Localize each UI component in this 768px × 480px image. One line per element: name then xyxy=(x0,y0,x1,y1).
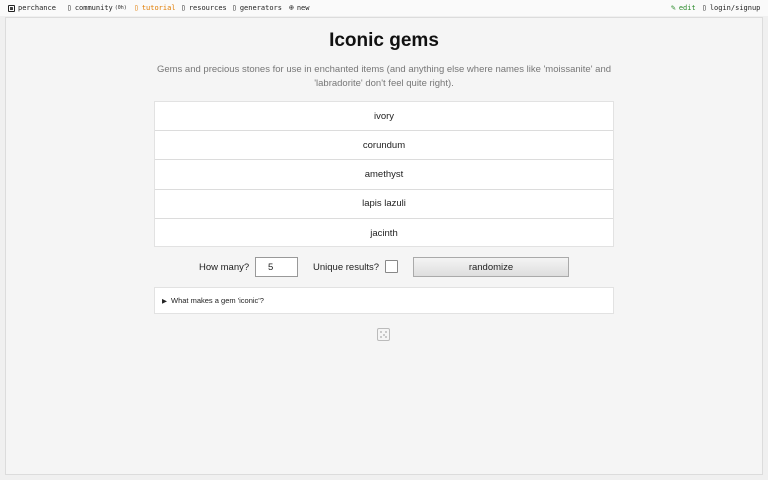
controls-row: How many? Unique results? randomize xyxy=(0,257,768,277)
unique-results-label: Unique results? xyxy=(313,262,380,273)
nav-new-label: new xyxy=(296,4,310,12)
disclosure-triangle-icon: ▶ xyxy=(162,297,167,305)
nav-brand-label: perchance xyxy=(18,4,56,12)
resources-icon: ▯ xyxy=(181,3,186,12)
nav-login-label: login/signup xyxy=(709,4,761,12)
dice-footer-icon[interactable] xyxy=(377,328,390,341)
randomize-button[interactable]: randomize xyxy=(413,257,569,277)
result-item: jacinth xyxy=(370,227,398,239)
nav-tutorial-label: tutorial xyxy=(141,4,176,12)
how-many-input[interactable] xyxy=(255,257,298,277)
nav-resources-link[interactable]: ▯ resources xyxy=(181,3,227,13)
plus-circle-icon: ⊕ xyxy=(289,3,294,12)
unique-results-checkbox[interactable] xyxy=(385,260,398,273)
nav-tutorial-link[interactable]: ▯ tutorial xyxy=(134,3,176,13)
nav-edit-link[interactable]: ✎ edit xyxy=(671,3,696,13)
nav-community-link[interactable]: ▯ community (0h) xyxy=(67,3,127,13)
details-summary-label: What makes a gem 'iconic'? xyxy=(171,296,264,305)
chat-icon: ▯ xyxy=(67,3,72,12)
nav-generators-link[interactable]: ▯ generators xyxy=(232,3,282,13)
result-item: ivory xyxy=(155,102,613,132)
result-item: amethyst xyxy=(155,160,613,190)
community-count: (0h) xyxy=(114,5,127,11)
nav-community-label: community xyxy=(74,4,113,12)
nav-resources-label: resources xyxy=(188,4,227,12)
page-description: Gems and precious stones for use in ench… xyxy=(156,64,612,89)
nav-login-link[interactable]: ▯ login/signup xyxy=(702,3,761,13)
nav-brand-link[interactable]: perchance xyxy=(8,4,56,12)
result-item: lapis lazuli xyxy=(155,190,613,219)
dice-logo-icon xyxy=(8,4,15,12)
user-icon: ▯ xyxy=(702,3,707,12)
result-item: corundum xyxy=(155,131,613,161)
nav-edit-label: edit xyxy=(678,4,696,12)
generators-icon: ▯ xyxy=(232,3,237,12)
book-icon: ▯ xyxy=(134,3,139,12)
page-title: Iconic gems xyxy=(329,30,439,51)
results-list: ivory corundum amethyst lapis lazuli jac… xyxy=(154,101,614,247)
nav-generators-label: generators xyxy=(239,4,282,12)
details-summary[interactable]: ▶ What makes a gem 'iconic'? xyxy=(154,287,614,314)
pencil-icon: ✎ xyxy=(671,3,676,12)
nav-new-link[interactable]: ⊕ new xyxy=(289,3,310,13)
top-nav: perchance ▯ community (0h) ▯ tutorial ▯ … xyxy=(0,0,768,16)
how-many-label: How many? xyxy=(199,262,250,273)
